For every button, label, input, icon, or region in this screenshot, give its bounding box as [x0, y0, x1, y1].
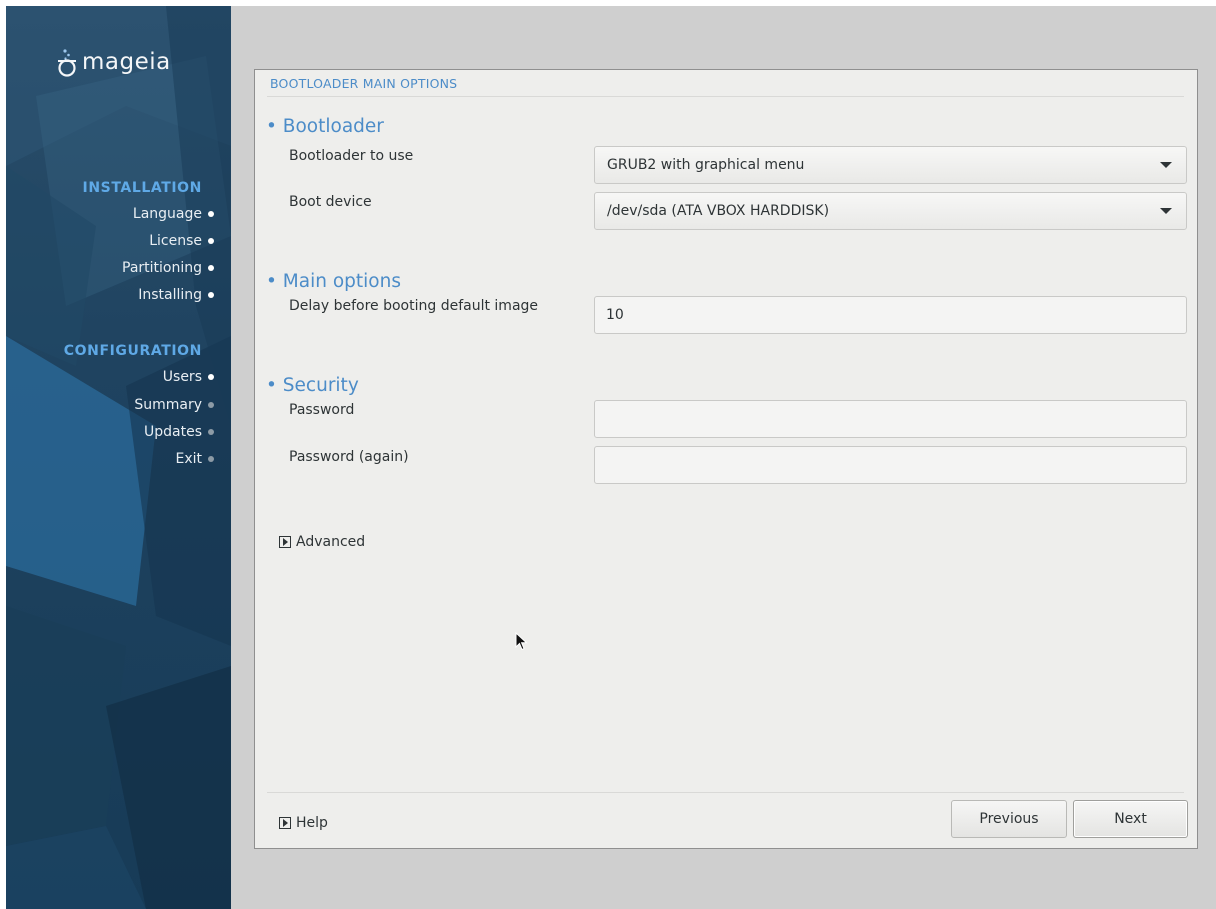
footer-divider [267, 792, 1184, 793]
step-current-dot-icon [208, 374, 214, 380]
nav-section-installation: INSTALLATION [82, 180, 202, 196]
boot-device-label: Boot device [289, 194, 372, 210]
nav-item-label: Updates [144, 424, 202, 440]
bootloader-options-panel: BOOTLOADER MAIN OPTIONS • Bootloader Boo… [254, 69, 1198, 849]
expander-arrow-icon [279, 536, 291, 548]
nav-item-language: Language [132, 204, 214, 224]
help-expander-label: Help [296, 815, 328, 831]
section-title-main-options: • Main options [266, 271, 401, 292]
nav-item-users: Users [162, 367, 214, 387]
nav-item-exit: Exit [175, 449, 214, 469]
nav-item-label: Exit [175, 451, 202, 467]
nav-item-installing: Installing [138, 285, 214, 305]
password-label: Password [289, 402, 355, 418]
dropdown-arrow-icon [1160, 162, 1172, 168]
password-input[interactable] [594, 400, 1187, 438]
step-pending-dot-icon [208, 456, 214, 462]
step-done-dot-icon [208, 292, 214, 298]
step-done-dot-icon [208, 265, 214, 271]
help-expander[interactable]: Help [279, 815, 328, 831]
nav-item-summary: Summary [134, 395, 214, 415]
nav-item-label: Summary [134, 397, 202, 413]
mageia-logo: mageia [56, 44, 171, 80]
delay-input-value: 10 [606, 307, 624, 323]
bootloader-select-value: GRUB2 with graphical menu [607, 157, 805, 173]
nav-item-partitioning: Partitioning [122, 258, 214, 278]
password-again-input[interactable] [594, 446, 1187, 484]
delay-input[interactable]: 10 [594, 296, 1187, 334]
advanced-expander[interactable]: Advanced [279, 534, 365, 550]
dropdown-arrow-icon [1160, 208, 1172, 214]
password-again-label: Password (again) [289, 449, 409, 465]
delay-label: Delay before booting default image [289, 298, 539, 314]
advanced-expander-label: Advanced [296, 534, 366, 550]
section-title-security: • Security [266, 375, 359, 396]
logo-text: mageia [82, 49, 171, 75]
mageia-cauldron-icon [58, 49, 76, 77]
nav-item-updates: Updates [144, 422, 214, 442]
boot-device-select-value: /dev/sda (ATA VBOX HARDDISK) [607, 203, 830, 219]
nav-section-configuration: CONFIGURATION [63, 343, 202, 359]
previous-button[interactable]: Previous [951, 800, 1067, 838]
boot-device-select[interactable]: /dev/sda (ATA VBOX HARDDISK) [594, 192, 1187, 230]
nav-item-label: Language [132, 206, 202, 222]
sidebar: mageia INSTALLATION Language License Par… [6, 6, 231, 909]
nav-item-label: Installing [138, 287, 202, 303]
step-done-dot-icon [208, 211, 214, 217]
expander-arrow-icon [279, 817, 291, 829]
frame-divider [267, 96, 1184, 97]
nav-item-license: License [149, 231, 214, 251]
nav-item-label: Partitioning [122, 260, 202, 276]
next-button[interactable]: Next [1073, 800, 1188, 838]
nav-item-label: License [149, 233, 202, 249]
mouse-pointer-icon [515, 632, 528, 651]
step-pending-dot-icon [208, 429, 214, 435]
frame-title: BOOTLOADER MAIN OPTIONS [270, 76, 458, 91]
nav-item-label: Users [162, 369, 202, 385]
bootloader-to-use-label: Bootloader to use [289, 148, 414, 164]
step-pending-dot-icon [208, 402, 214, 408]
step-done-dot-icon [208, 238, 214, 244]
bootloader-select[interactable]: GRUB2 with graphical menu [594, 146, 1187, 184]
installer-screen: mageia INSTALLATION Language License Par… [6, 6, 1216, 909]
section-title-bootloader: • Bootloader [266, 116, 384, 137]
